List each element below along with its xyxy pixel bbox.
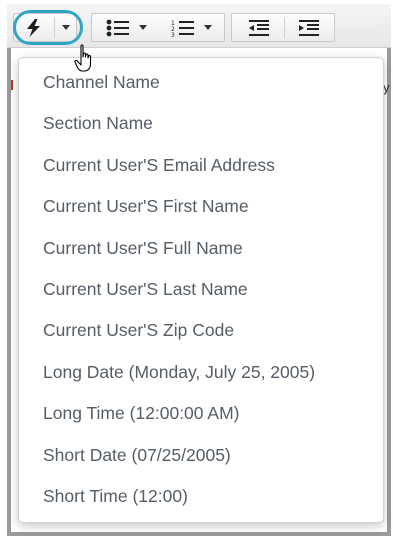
insert-placeholder-dropdown-toggle[interactable] — [55, 14, 77, 41]
menu-item[interactable]: Current User'S Zip Code — [19, 310, 383, 351]
placeholder-dropdown-menu: Channel Name Section Name Current User'S E… — [18, 57, 384, 523]
lightning-bolt-icon — [27, 18, 40, 37]
outdent-button[interactable] — [236, 14, 282, 41]
chevron-down-icon — [139, 25, 147, 30]
menu-item[interactable]: Channel Name — [19, 62, 383, 103]
indent-icon — [299, 19, 319, 36]
outdent-icon — [249, 19, 269, 36]
menu-item[interactable]: Long Date (Monday, July 25, 2005) — [19, 352, 383, 393]
indent-group — [231, 13, 335, 42]
insert-placeholder-group — [13, 13, 77, 42]
svg-text:3: 3 — [171, 32, 175, 38]
bullet-list-button[interactable] — [98, 14, 154, 41]
menu-item[interactable]: Section Name — [19, 103, 383, 144]
menu-item[interactable]: Short Time (12:00) — [19, 476, 383, 517]
numbered-list-button[interactable]: 1 2 3 — [162, 14, 220, 41]
menu-item[interactable]: Current User'S Email Address — [19, 145, 383, 186]
indent-button[interactable] — [286, 14, 332, 41]
chevron-down-icon — [204, 25, 212, 30]
text-fragment-mark — [11, 80, 13, 90]
list-group: 1 2 3 — [91, 13, 225, 42]
menu-item[interactable]: Current User'S Full Name — [19, 228, 383, 269]
insert-placeholder-button[interactable] — [14, 14, 54, 41]
menu-item[interactable]: Short Date (07/25/2005) — [19, 435, 383, 476]
menu-item[interactable]: Current User'S Last Name — [19, 269, 383, 310]
toolbar-separator — [284, 17, 285, 38]
editor-frame: 1 2 3 y Channel Name Section Name Curren… — [0, 0, 393, 539]
menu-item[interactable]: Current User'S First Name — [19, 186, 383, 227]
numbered-list-icon: 1 2 3 — [171, 20, 194, 38]
editor-toolbar: 1 2 3 — [7, 4, 391, 48]
bullet-list-icon — [106, 19, 129, 36]
chevron-down-icon — [62, 25, 70, 30]
menu-item[interactable]: Long Time (12:00:00 AM) — [19, 393, 383, 434]
